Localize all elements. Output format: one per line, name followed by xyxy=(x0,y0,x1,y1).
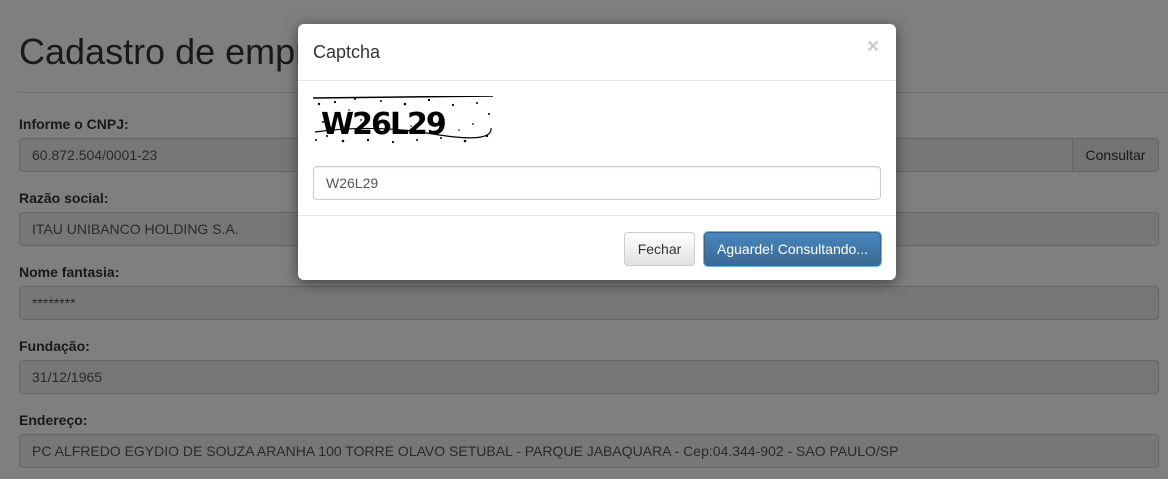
captcha-text: W26L29 xyxy=(321,107,445,142)
modal-title: Captcha xyxy=(313,42,381,62)
captcha-image: W26L29 xyxy=(313,96,493,146)
consultar-captcha-button[interactable]: Aguarde! Consultando... xyxy=(704,232,881,266)
modal-footer-divider xyxy=(298,215,896,216)
fechar-button[interactable]: Fechar xyxy=(624,232,695,266)
captcha-modal: Captcha × W26L29 W26L29 Fechar Aguarde! … xyxy=(298,24,896,280)
modal-header-divider xyxy=(298,80,896,81)
page: Cadastro de empresas Informe o CNPJ: 60.… xyxy=(0,0,1168,479)
close-icon[interactable]: × xyxy=(865,36,881,58)
captcha-input[interactable] xyxy=(313,166,881,200)
